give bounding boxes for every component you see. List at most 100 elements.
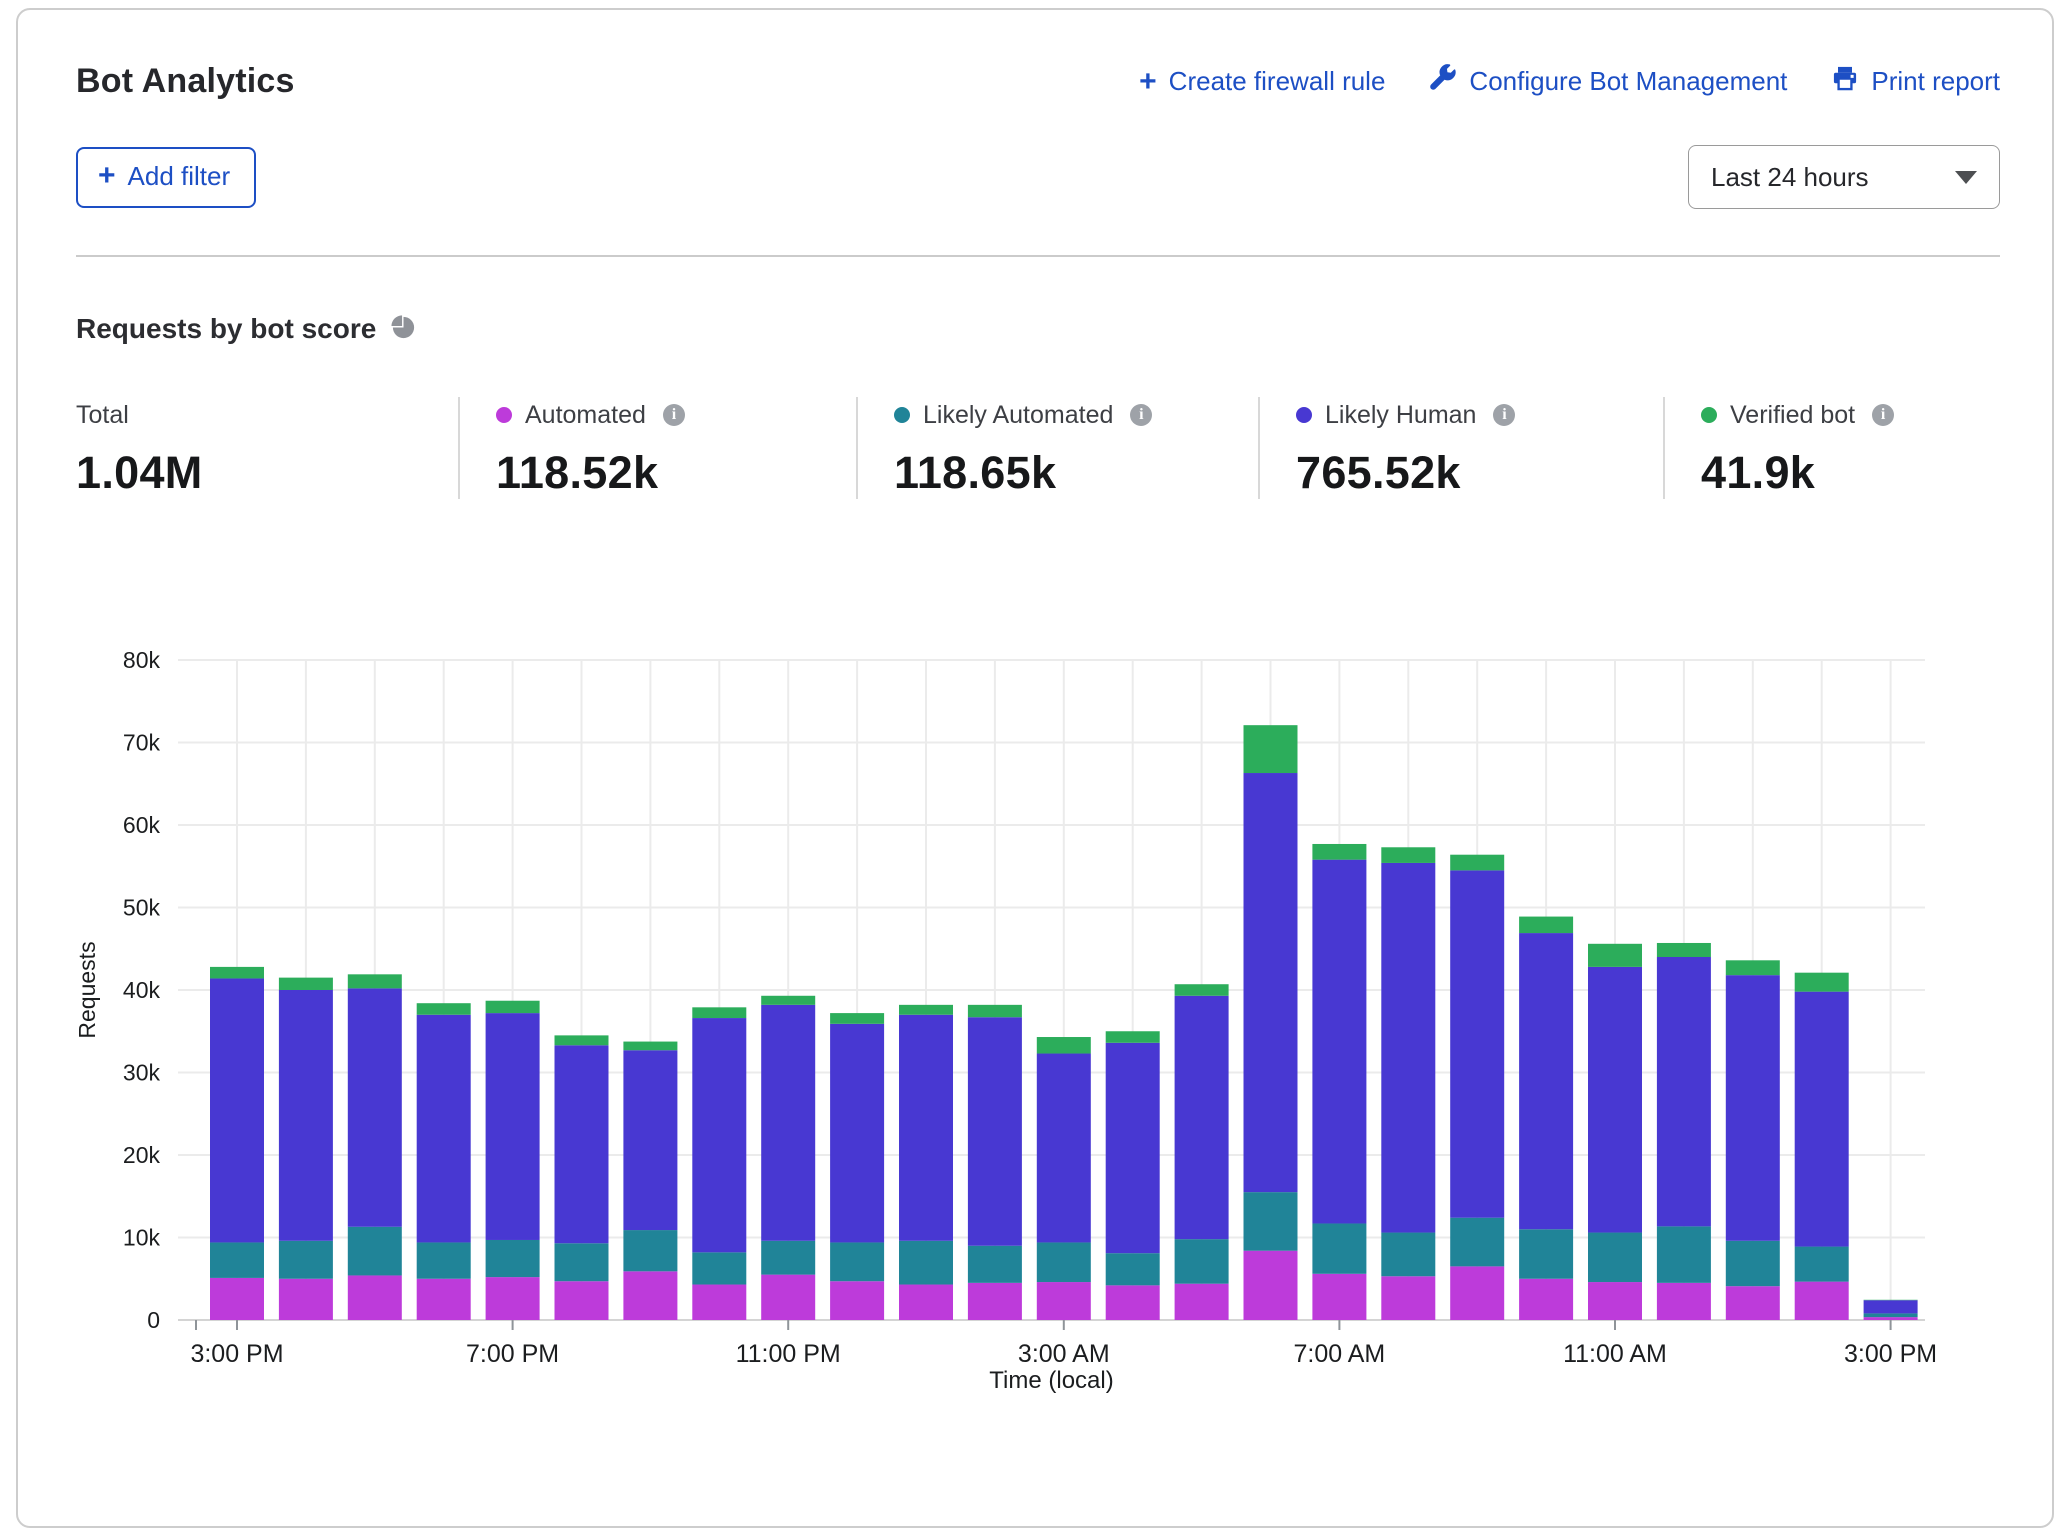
- bar-segment[interactable]: [1312, 1223, 1366, 1273]
- bar-segment[interactable]: [1519, 1279, 1573, 1320]
- bar-segment[interactable]: [1106, 1285, 1160, 1320]
- bar-segment[interactable]: [555, 1281, 609, 1320]
- bar-segment[interactable]: [692, 1007, 746, 1018]
- bar-segment[interactable]: [1175, 984, 1229, 996]
- bar-segment[interactable]: [1244, 773, 1298, 1192]
- bar-segment[interactable]: [1244, 725, 1298, 773]
- bar-segment[interactable]: [555, 1035, 609, 1045]
- bar-segment[interactable]: [1864, 1313, 1918, 1317]
- bar-segment[interactable]: [1037, 1282, 1091, 1320]
- bar-segment[interactable]: [692, 1252, 746, 1284]
- chart-svg[interactable]: 010k20k30k40k50k60k70k80k3:00 PM7:00 PM1…: [0, 630, 2070, 1394]
- bar-segment[interactable]: [1312, 844, 1366, 860]
- bar-segment[interactable]: [486, 1013, 540, 1240]
- bar-segment[interactable]: [1588, 1233, 1642, 1283]
- bar-segment[interactable]: [1381, 863, 1435, 1233]
- bar-segment[interactable]: [1381, 847, 1435, 863]
- bar-segment[interactable]: [899, 1241, 953, 1285]
- bar-segment[interactable]: [761, 1005, 815, 1241]
- bar-segment[interactable]: [1037, 1054, 1091, 1243]
- bar-segment[interactable]: [1657, 943, 1711, 957]
- bar-segment[interactable]: [830, 1281, 884, 1320]
- bar-segment[interactable]: [1450, 1218, 1504, 1267]
- bar-segment[interactable]: [1795, 1282, 1849, 1320]
- bar-segment[interactable]: [417, 1003, 471, 1015]
- bar-segment[interactable]: [1244, 1192, 1298, 1251]
- bar-segment[interactable]: [555, 1243, 609, 1281]
- bar-segment[interactable]: [761, 996, 815, 1005]
- bar-segment[interactable]: [623, 1230, 677, 1271]
- bar-segment[interactable]: [1588, 1282, 1642, 1320]
- bar-segment[interactable]: [1657, 957, 1711, 1226]
- bar-segment[interactable]: [692, 1285, 746, 1320]
- bar-segment[interactable]: [761, 1275, 815, 1320]
- bar-segment[interactable]: [1381, 1233, 1435, 1277]
- time-range-dropdown[interactable]: Last 24 hours: [1688, 145, 2000, 209]
- bar-segment[interactable]: [761, 1241, 815, 1275]
- info-icon[interactable]: i: [1872, 404, 1894, 426]
- bar-segment[interactable]: [623, 1050, 677, 1230]
- configure-bot-management-link[interactable]: Configure Bot Management: [1429, 64, 1787, 99]
- bar-segment[interactable]: [210, 967, 264, 979]
- bar-segment[interactable]: [1450, 855, 1504, 871]
- bar-segment[interactable]: [279, 1241, 333, 1279]
- bar-segment[interactable]: [417, 1279, 471, 1320]
- bar-segment[interactable]: [1657, 1283, 1711, 1320]
- bar-segment[interactable]: [1519, 917, 1573, 934]
- create-firewall-rule-link[interactable]: + Create firewall rule: [1139, 66, 1385, 97]
- bar-segment[interactable]: [279, 1279, 333, 1320]
- bar-segment[interactable]: [210, 978, 264, 1242]
- bar-segment[interactable]: [830, 1024, 884, 1243]
- bar-segment[interactable]: [1312, 1274, 1366, 1320]
- bar-segment[interactable]: [486, 1001, 540, 1013]
- bar-segment[interactable]: [1106, 1043, 1160, 1253]
- bar-segment[interactable]: [1726, 1241, 1780, 1286]
- bar-segment[interactable]: [417, 1242, 471, 1278]
- bar-segment[interactable]: [1175, 1284, 1229, 1320]
- bar-segment[interactable]: [968, 1246, 1022, 1283]
- bar-segment[interactable]: [417, 1015, 471, 1243]
- bar-segment[interactable]: [348, 1227, 402, 1276]
- bar-segment[interactable]: [1795, 992, 1849, 1247]
- bar-segment[interactable]: [1864, 1317, 1918, 1320]
- info-icon[interactable]: i: [1130, 404, 1152, 426]
- bar-segment[interactable]: [1795, 973, 1849, 992]
- bar-segment[interactable]: [1726, 975, 1780, 1241]
- bar-segment[interactable]: [1519, 1229, 1573, 1279]
- print-report-link[interactable]: Print report: [1831, 64, 2000, 99]
- bar-segment[interactable]: [348, 988, 402, 1226]
- bar-segment[interactable]: [1726, 1286, 1780, 1320]
- bar-segment[interactable]: [348, 1275, 402, 1320]
- bar-segment[interactable]: [1381, 1276, 1435, 1320]
- bar-segment[interactable]: [1519, 933, 1573, 1229]
- bar-segment[interactable]: [1244, 1251, 1298, 1320]
- bar-segment[interactable]: [348, 974, 402, 988]
- bar-segment[interactable]: [692, 1018, 746, 1252]
- bar-segment[interactable]: [1795, 1247, 1849, 1282]
- bar-segment[interactable]: [279, 978, 333, 990]
- bar-segment[interactable]: [1588, 967, 1642, 1233]
- bar-segment[interactable]: [210, 1242, 264, 1277]
- bar-segment[interactable]: [623, 1042, 677, 1051]
- bar-segment[interactable]: [1175, 996, 1229, 1239]
- info-icon[interactable]: i: [1493, 404, 1515, 426]
- requests-by-bot-score-chart[interactable]: 010k20k30k40k50k60k70k80k3:00 PM7:00 PM1…: [0, 630, 2070, 1394]
- bar-segment[interactable]: [1450, 1266, 1504, 1320]
- bar-segment[interactable]: [1106, 1031, 1160, 1043]
- bar-segment[interactable]: [899, 1005, 953, 1015]
- bar-segment[interactable]: [830, 1242, 884, 1281]
- bar-segment[interactable]: [1106, 1253, 1160, 1285]
- bar-segment[interactable]: [899, 1285, 953, 1320]
- bar-segment[interactable]: [1037, 1242, 1091, 1282]
- bar-segment[interactable]: [830, 1013, 884, 1024]
- bar-segment[interactable]: [1588, 944, 1642, 967]
- bar-segment[interactable]: [1312, 860, 1366, 1224]
- bar-segment[interactable]: [899, 1015, 953, 1241]
- bar-segment[interactable]: [1175, 1239, 1229, 1284]
- bar-segment[interactable]: [1037, 1037, 1091, 1054]
- add-filter-button[interactable]: + Add filter: [76, 147, 256, 208]
- bar-segment[interactable]: [555, 1045, 609, 1243]
- bar-segment[interactable]: [210, 1278, 264, 1320]
- bar-segment[interactable]: [1726, 960, 1780, 975]
- bar-segment[interactable]: [968, 1005, 1022, 1017]
